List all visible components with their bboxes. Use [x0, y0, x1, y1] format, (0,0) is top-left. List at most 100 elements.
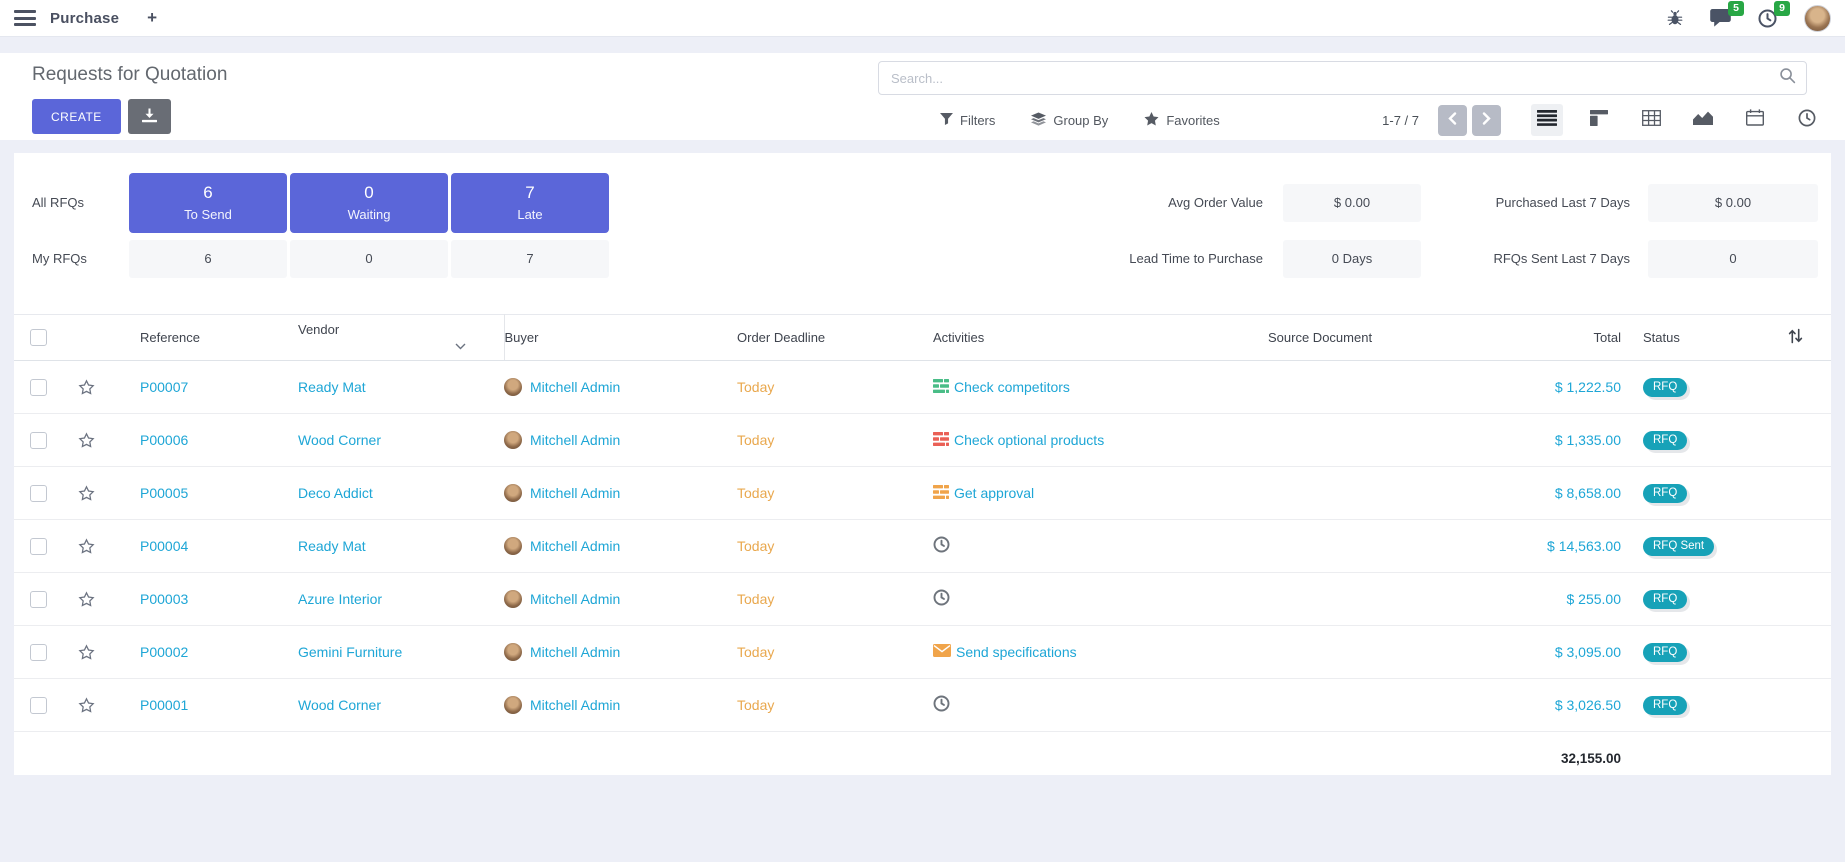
favorite-star-icon[interactable]: [77, 590, 96, 609]
my-late-value[interactable]: 7: [451, 240, 609, 278]
buyer-link[interactable]: Mitchell Admin: [530, 697, 620, 713]
optional-columns-icon[interactable]: [1788, 332, 1803, 347]
kanban-view-button[interactable]: [1583, 104, 1615, 136]
table-header-row: Reference Vendor Buyer Order Deadline Ac…: [14, 315, 1831, 361]
create-button[interactable]: CREATE: [32, 99, 121, 134]
reference-link[interactable]: P00002: [140, 644, 188, 660]
buyer-link[interactable]: Mitchell Admin: [530, 379, 620, 395]
activities-clock-icon[interactable]: 9: [1758, 9, 1777, 28]
header-order-deadline[interactable]: Order Deadline: [719, 315, 919, 361]
vendor-link[interactable]: Ready Mat: [298, 379, 366, 395]
tasks-icon[interactable]: [933, 379, 949, 396]
buyer-link[interactable]: Mitchell Admin: [530, 538, 620, 554]
debug-bug-icon[interactable]: [1667, 10, 1683, 26]
buyer-link[interactable]: Mitchell Admin: [530, 644, 620, 660]
avg-order-value-label: Avg Order Value: [1014, 184, 1263, 222]
messages-badge: 5: [1728, 1, 1744, 16]
vendor-link[interactable]: Azure Interior: [298, 591, 382, 607]
favorite-star-icon[interactable]: [77, 484, 96, 503]
app-title[interactable]: Purchase: [50, 10, 119, 27]
reference-link[interactable]: P00003: [140, 591, 188, 607]
header-total[interactable]: Total: [1464, 315, 1621, 361]
table-row[interactable]: P00001 Wood Corner Mitchell Admin Today …: [14, 679, 1831, 732]
table-row[interactable]: P00004 Ready Mat Mitchell Admin Today $ …: [14, 520, 1831, 573]
favorite-star-icon[interactable]: [77, 643, 96, 662]
row-checkbox[interactable]: [30, 538, 47, 555]
control-panel: Requests for Quotation CREATE Filters: [0, 53, 1845, 140]
header-activities[interactable]: Activities: [919, 315, 1254, 361]
table-row[interactable]: P00006 Wood Corner Mitchell Admin Today …: [14, 414, 1831, 467]
buyer-link[interactable]: Mitchell Admin: [530, 432, 620, 448]
my-to-send-value[interactable]: 6: [129, 240, 287, 278]
table-row[interactable]: P00005 Deco Addict Mitchell Admin Today …: [14, 467, 1831, 520]
my-waiting-value[interactable]: 0: [290, 240, 448, 278]
graph-view-button[interactable]: [1687, 104, 1719, 136]
header-buyer[interactable]: Buyer: [504, 315, 719, 361]
page-title: Requests for Quotation: [32, 64, 227, 86]
favorite-star-icon[interactable]: [77, 378, 96, 397]
user-avatar[interactable]: [1804, 5, 1831, 32]
reference-link[interactable]: P00007: [140, 379, 188, 395]
select-all-checkbox[interactable]: [30, 329, 47, 346]
pager-prev-button[interactable]: [1438, 105, 1467, 136]
reference-link[interactable]: P00006: [140, 432, 188, 448]
table-row[interactable]: P00003 Azure Interior Mitchell Admin Tod…: [14, 573, 1831, 626]
favorite-star-icon[interactable]: [77, 537, 96, 556]
header-vendor[interactable]: Vendor: [298, 315, 504, 361]
pager-next-button[interactable]: [1472, 105, 1501, 136]
to-send-stat-button[interactable]: 6 To Send: [129, 173, 287, 233]
vendor-link[interactable]: Ready Mat: [298, 538, 366, 554]
favorite-star-icon[interactable]: [77, 696, 96, 715]
list-view-button[interactable]: [1531, 104, 1563, 136]
table-row[interactable]: P00002 Gemini Furniture Mitchell Admin T…: [14, 626, 1831, 679]
messages-icon[interactable]: 5: [1710, 9, 1731, 27]
buyer-link[interactable]: Mitchell Admin: [530, 591, 620, 607]
header-status[interactable]: Status: [1621, 315, 1759, 361]
favorites-button[interactable]: Favorites: [1144, 112, 1219, 129]
tasks-icon[interactable]: [933, 432, 949, 449]
status-badge: RFQ: [1643, 431, 1687, 450]
reference-link[interactable]: P00001: [140, 697, 188, 713]
clock-icon[interactable]: [933, 536, 950, 556]
activity-label[interactable]: Check optional products: [954, 432, 1104, 448]
apps-menu-icon[interactable]: [14, 10, 36, 26]
row-checkbox[interactable]: [30, 432, 47, 449]
table-row[interactable]: P00007 Ready Mat Mitchell Admin Today Ch…: [14, 361, 1831, 414]
clock-icon[interactable]: [933, 695, 950, 715]
waiting-stat-button[interactable]: 0 Waiting: [290, 173, 448, 233]
calendar-view-button[interactable]: [1739, 104, 1771, 136]
new-tab-button[interactable]: +: [147, 8, 157, 28]
status-badge: RFQ Sent: [1643, 537, 1714, 556]
export-button[interactable]: [128, 99, 171, 134]
late-stat-button[interactable]: 7 Late: [451, 173, 609, 233]
search-input[interactable]: [889, 70, 1779, 87]
pivot-view-button[interactable]: [1635, 104, 1667, 136]
favorite-star-icon[interactable]: [77, 431, 96, 450]
row-checkbox[interactable]: [30, 485, 47, 502]
buyer-link[interactable]: Mitchell Admin: [530, 485, 620, 501]
vendor-link[interactable]: Wood Corner: [298, 697, 381, 713]
reference-link[interactable]: P00004: [140, 538, 188, 554]
activity-view-button[interactable]: [1791, 104, 1823, 136]
tasks-icon[interactable]: [933, 485, 949, 502]
envelope-icon[interactable]: [933, 644, 951, 660]
group-by-button[interactable]: Group By: [1031, 112, 1108, 129]
reference-link[interactable]: P00005: [140, 485, 188, 501]
header-reference[interactable]: Reference: [110, 315, 298, 361]
vendor-link[interactable]: Gemini Furniture: [298, 644, 402, 660]
header-source-document[interactable]: Source Document: [1254, 315, 1464, 361]
activity-label[interactable]: Send specifications: [956, 644, 1077, 660]
filters-button[interactable]: Filters: [940, 112, 995, 129]
search-icon[interactable]: [1779, 67, 1796, 89]
row-checkbox[interactable]: [30, 591, 47, 608]
clock-icon[interactable]: [933, 589, 950, 609]
row-checkbox[interactable]: [30, 697, 47, 714]
vendor-link[interactable]: Deco Addict: [298, 485, 373, 501]
vendor-link[interactable]: Wood Corner: [298, 432, 381, 448]
row-checkbox[interactable]: [30, 644, 47, 661]
buyer-avatar: [504, 484, 522, 502]
activity-label[interactable]: Check competitors: [954, 379, 1070, 395]
row-checkbox[interactable]: [30, 379, 47, 396]
activity-label[interactable]: Get approval: [954, 485, 1034, 501]
lead-time-label: Lead Time to Purchase: [1014, 240, 1263, 278]
